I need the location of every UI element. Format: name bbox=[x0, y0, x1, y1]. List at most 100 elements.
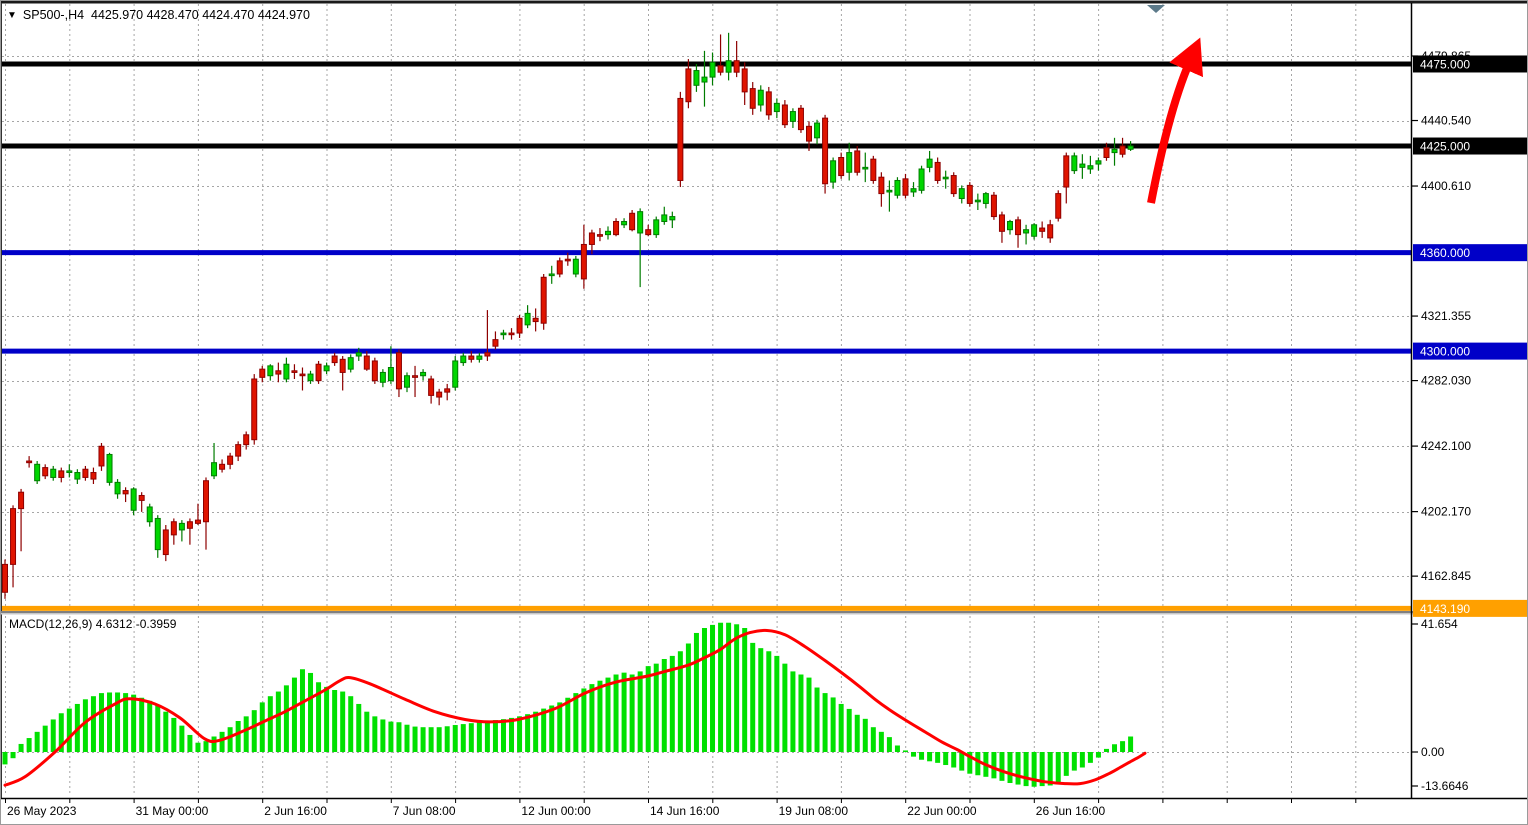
candle-body bbox=[1064, 156, 1069, 187]
macd-bar bbox=[461, 724, 466, 752]
candle-body bbox=[839, 158, 844, 176]
candle-body bbox=[863, 167, 868, 169]
macd-bar bbox=[871, 727, 876, 752]
macd-bar bbox=[91, 696, 96, 752]
macd-bar bbox=[533, 712, 538, 752]
candle-body bbox=[445, 389, 450, 392]
candle-body bbox=[372, 361, 377, 381]
price-badge-label: 4300.000 bbox=[1420, 345, 1470, 359]
macd-bar bbox=[372, 716, 377, 752]
macd-bar bbox=[654, 664, 659, 752]
macd-bar bbox=[51, 719, 56, 752]
price-axis-label: 4162.845 bbox=[1421, 569, 1471, 583]
macd-bar bbox=[67, 709, 72, 752]
macd-bar bbox=[750, 643, 755, 752]
candle-body bbox=[3, 564, 8, 592]
candle-body bbox=[421, 372, 426, 375]
candle-body bbox=[284, 364, 289, 379]
macd-bar bbox=[292, 678, 297, 752]
macd-bar bbox=[999, 752, 1004, 781]
macd-bar bbox=[774, 656, 779, 752]
candle-body bbox=[686, 69, 691, 102]
macd-bar bbox=[228, 727, 233, 752]
macd-bar bbox=[348, 696, 353, 752]
macd-bar bbox=[581, 688, 586, 752]
time-axis[interactable]: 26 May 202331 May 00:002 Jun 16:007 Jun … bbox=[6, 799, 1356, 818]
macd-bar bbox=[718, 623, 723, 752]
candle-body bbox=[630, 213, 635, 229]
candle-body bbox=[340, 359, 345, 372]
candle-body bbox=[919, 169, 924, 190]
candle-body bbox=[99, 446, 104, 466]
macd-bar bbox=[212, 737, 217, 753]
chart-shift-marker-icon[interactable] bbox=[1147, 5, 1165, 13]
candle-body bbox=[139, 495, 144, 500]
macd-bar bbox=[236, 721, 241, 752]
candle-body bbox=[573, 259, 578, 274]
candle-body bbox=[959, 189, 964, 199]
candle-body bbox=[927, 159, 932, 167]
time-axis-label: 7 Jun 08:00 bbox=[393, 804, 456, 818]
macd-bar bbox=[268, 696, 273, 752]
candle-body bbox=[123, 491, 128, 494]
candle-body bbox=[11, 509, 16, 565]
macd-bar bbox=[975, 752, 980, 775]
candle-body bbox=[67, 471, 72, 473]
symbol-dropdown-icon[interactable]: ▼ bbox=[7, 10, 17, 21]
candle-body bbox=[276, 371, 281, 374]
macd-bar bbox=[1024, 752, 1029, 786]
candle-body bbox=[581, 244, 586, 278]
candle-body bbox=[1048, 225, 1053, 238]
candle-body bbox=[831, 161, 836, 182]
macd-bar bbox=[437, 727, 442, 752]
time-axis-label: 12 Jun 00:00 bbox=[521, 804, 591, 818]
pane-separator[interactable] bbox=[1, 611, 1528, 613]
chart-canvas[interactable]: 4479.8654440.5404400.6104321.3554282.030… bbox=[1, 1, 1528, 825]
time-axis-label: 19 Jun 08:00 bbox=[779, 804, 849, 818]
candle-body bbox=[951, 176, 956, 194]
candle-body bbox=[228, 456, 233, 464]
trend-arrow[interactable] bbox=[1151, 61, 1190, 203]
candle-body bbox=[171, 522, 176, 535]
candle-body bbox=[501, 333, 506, 335]
price-axis[interactable]: 4479.8654440.5404400.6104321.3554282.030… bbox=[1411, 49, 1527, 793]
candle-body bbox=[35, 464, 40, 480]
macd-bar bbox=[405, 725, 410, 752]
candle-body bbox=[268, 366, 273, 376]
candle-body bbox=[1008, 221, 1013, 229]
candle-body bbox=[91, 473, 96, 480]
macd-bar bbox=[573, 693, 578, 752]
candle-body bbox=[332, 356, 337, 363]
candle-body bbox=[903, 179, 908, 195]
price-axis-label: 4321.355 bbox=[1421, 309, 1471, 323]
candle-body bbox=[750, 89, 755, 109]
macd-bar bbox=[284, 685, 289, 752]
candle-body bbox=[147, 507, 152, 522]
macd-bar bbox=[11, 752, 16, 758]
candle-body bbox=[244, 435, 249, 445]
candle-body bbox=[790, 112, 795, 122]
candle-body bbox=[597, 235, 602, 237]
macd-bar bbox=[1096, 752, 1101, 758]
macd-bar bbox=[1128, 737, 1133, 753]
candle-body bbox=[1112, 149, 1117, 152]
candle-body bbox=[670, 217, 675, 220]
candle-body bbox=[453, 361, 458, 387]
candle-body bbox=[710, 62, 715, 77]
macd-bar bbox=[445, 726, 450, 752]
candle-body bbox=[847, 153, 852, 173]
macd-bar bbox=[614, 675, 619, 753]
price-axis-label: 4400.610 bbox=[1421, 179, 1471, 193]
macd-bar bbox=[147, 701, 152, 752]
macd-bar bbox=[831, 697, 836, 752]
candle-body bbox=[967, 185, 972, 203]
candle-body bbox=[646, 230, 651, 235]
candle-body bbox=[1032, 225, 1037, 236]
candle-body bbox=[654, 220, 659, 235]
candle-body bbox=[943, 177, 948, 179]
macd-bar bbox=[155, 706, 160, 753]
macd-bar bbox=[3, 752, 8, 764]
candle-body bbox=[911, 189, 916, 192]
candle-body bbox=[115, 482, 120, 493]
macd-axis-label: 0.00 bbox=[1421, 745, 1445, 759]
